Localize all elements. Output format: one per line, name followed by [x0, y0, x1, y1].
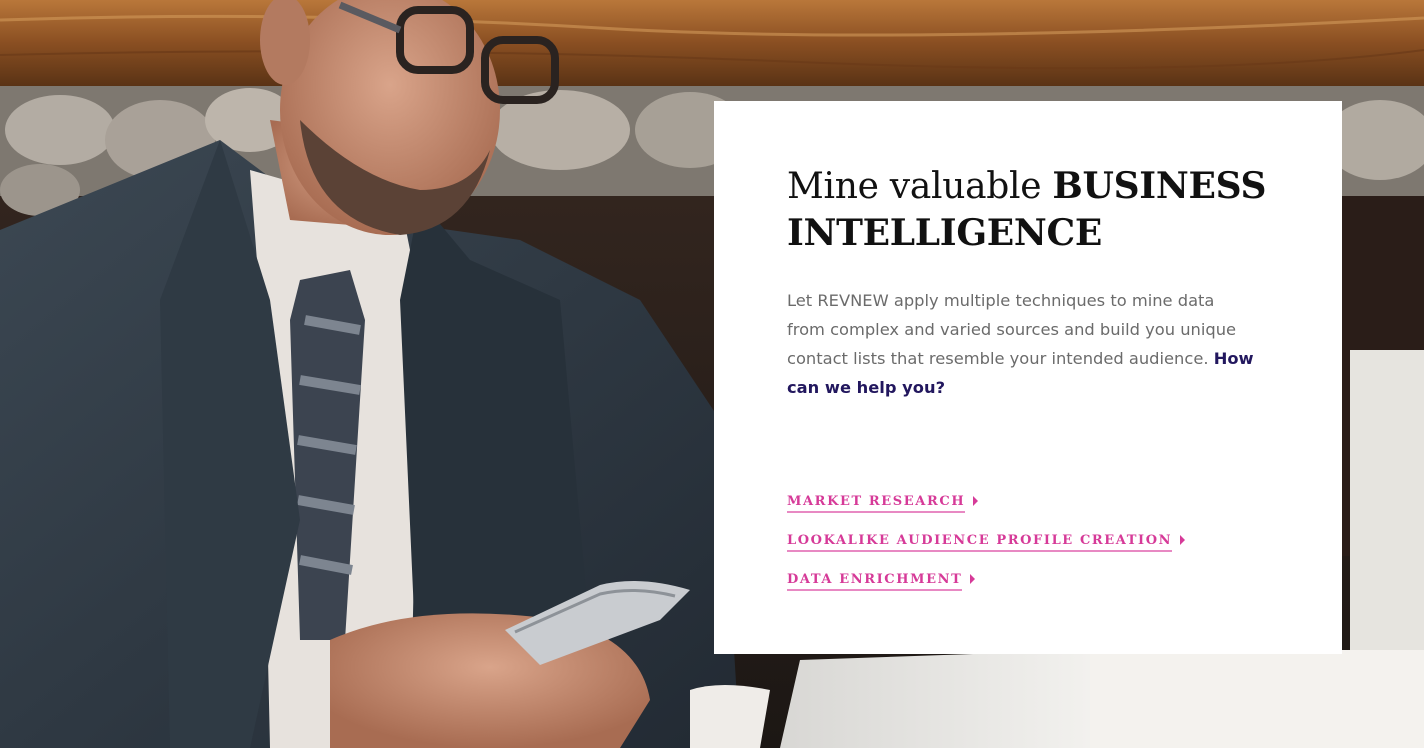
list-item: DATA ENRICHMENT	[787, 570, 1282, 609]
description-body: Let REVNEW apply multiple techniques to …	[787, 291, 1237, 368]
lookalike-audience-link[interactable]: LOOKALIKE AUDIENCE PROFILE CREATION	[787, 532, 1173, 552]
description-text: Let REVNEW apply multiple techniques to …	[787, 286, 1257, 402]
market-research-link[interactable]: MARKET RESEARCH	[787, 493, 966, 513]
list-item: MARKET RESEARCH	[787, 492, 1282, 531]
caret-right-icon	[1180, 535, 1186, 546]
heading-light: Mine valuable	[787, 166, 1053, 207]
data-enrichment-link[interactable]: DATA ENRICHMENT	[787, 571, 963, 591]
list-item: LOOKALIKE AUDIENCE PROFILE CREATION	[787, 531, 1282, 570]
page-title: Mine valuable BUSINESS INTELLIGENCE	[787, 163, 1282, 256]
caret-right-icon	[970, 574, 976, 585]
caret-right-icon	[973, 496, 979, 507]
hero-section: Mine valuable BUSINESS INTELLIGENCE Let …	[0, 0, 1424, 748]
info-card: Mine valuable BUSINESS INTELLIGENCE Let …	[714, 101, 1342, 654]
service-links: MARKET RESEARCH LOOKALIKE AUDIENCE PROFI…	[787, 492, 1282, 609]
